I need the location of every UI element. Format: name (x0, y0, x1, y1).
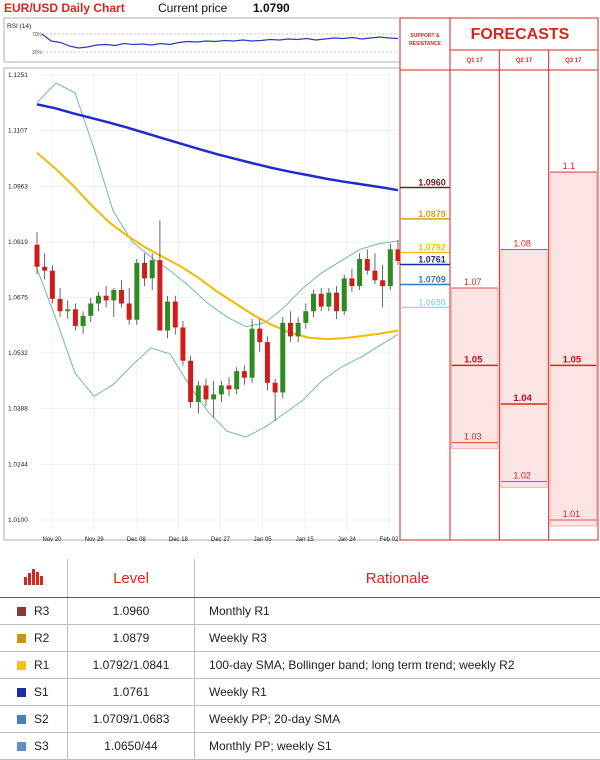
x-tick-label: Nov 20 (42, 537, 62, 543)
row-level: 1.0960 (68, 598, 195, 625)
x-tick-label: Jan 05 (254, 537, 273, 543)
sr-level-label: 1.0650 (418, 297, 446, 307)
x-tick-label: Feb 02 (380, 537, 399, 543)
y-tick-label: 1.0100 (8, 517, 28, 524)
table-row-s2: S2 1.0709/1.0683 Weekly PP; 20-day SMA (0, 706, 600, 733)
current-price-value: 1.0790 (253, 1, 290, 15)
forecast-value: 1.03 (464, 432, 482, 442)
r2-color-swatch (17, 634, 26, 643)
row-name: R1 (34, 658, 49, 672)
forecast-value: 1.01 (563, 509, 581, 519)
candlestick (180, 321, 185, 365)
forecasts-title: FORECASTS (471, 26, 570, 43)
s3-color-swatch (17, 742, 26, 751)
sr-level-label: 1.0761 (418, 254, 446, 264)
x-tick-label: Jan 24 (338, 537, 357, 543)
forecast-range-band (452, 288, 498, 449)
row-rationale: Monthly PP; weekly S1 (195, 733, 600, 760)
candlestick (265, 336, 270, 390)
y-tick-label: 1.0675 (8, 295, 28, 302)
row-level: 1.0709/1.0683 (68, 706, 195, 733)
row-name: S2 (34, 712, 49, 726)
forecast-range-band (501, 249, 547, 487)
bar-chart-icon (23, 567, 45, 585)
candlestick (280, 317, 285, 398)
current-price-label: Current price (158, 1, 228, 15)
x-tick-label: Dec 08 (127, 537, 147, 543)
x-tick-label: Dec 27 (211, 537, 231, 543)
forecast-quarter-label: Q2 17 (516, 58, 533, 64)
table-row-s3: S3 1.0650/44 Monthly PP; weekly S1 (0, 733, 600, 760)
x-tick-label: Jan 15 (296, 537, 315, 543)
row-level: 1.0792/1.0841 (68, 652, 195, 679)
rsi-lower-label: 30% (32, 50, 43, 56)
table-row-s1: S1 1.0761 Weekly R1 (0, 679, 600, 706)
forecast-value: 1.05 (464, 354, 483, 365)
table-header-level: Level (68, 559, 195, 598)
forecast-value: 1.04 (513, 393, 532, 404)
table-header-row: Level Rationale (0, 559, 600, 598)
row-level: 1.0879 (68, 625, 195, 652)
sr-level-label: 1.0879 (418, 209, 446, 219)
row-level: 1.0761 (68, 679, 195, 706)
row-rationale: Weekly R1 (195, 679, 600, 706)
s2-color-swatch (17, 715, 26, 724)
row-name: S1 (34, 685, 49, 699)
table-header-rationale: Rationale (195, 559, 600, 598)
row-name: R2 (34, 631, 49, 645)
row-name: R3 (34, 604, 49, 618)
forecast-value: 1.02 (513, 470, 531, 480)
candlestick (188, 356, 193, 408)
r3-color-swatch (17, 607, 26, 616)
rsi-panel (4, 18, 400, 62)
forecast-value: 1.08 (513, 238, 531, 248)
y-tick-label: 1.1251 (8, 72, 28, 79)
s1-color-swatch (17, 688, 26, 697)
y-tick-label: 1.0388 (8, 406, 28, 413)
candlestick (342, 274, 347, 315)
forecast-range-band (550, 172, 596, 526)
y-tick-label: 1.0532 (8, 350, 28, 357)
y-tick-label: 1.0244 (8, 461, 28, 468)
forecast-quarter-label: Q1 17 (466, 58, 483, 64)
x-tick-label: Nov 29 (85, 537, 105, 543)
row-rationale: Monthly R1 (195, 598, 600, 625)
rsi-upper-label: 70% (32, 32, 43, 38)
y-tick-label: 1.0819 (8, 239, 28, 246)
y-tick-label: 1.1107 (8, 128, 28, 135)
candlestick (134, 259, 139, 325)
chart-title: EUR/USD Daily Chart (4, 1, 125, 15)
row-rationale: Weekly R3 (195, 625, 600, 652)
sr-level-label: 1.0709 (418, 275, 446, 285)
row-level: 1.0650/44 (68, 733, 195, 760)
x-axis-ticks: Nov 20 Nov 29 Dec 08 Dec 18 Dec 27 Jan 05 Jan … (42, 537, 399, 543)
r1-color-swatch (17, 661, 26, 670)
table-row-r3: R3 1.0960 Monthly R1 (0, 598, 600, 625)
eurusd-chart-panel: EUR/USD Daily Chart Current price 1.0790… (0, 0, 600, 552)
forecast-value: 1.05 (563, 354, 582, 365)
forecast-value: 1.07 (464, 277, 482, 287)
candlestick (388, 244, 393, 290)
table-row-r1: R1 1.0792/1.0841 100-day SMA; Bollinger … (0, 652, 600, 679)
price-panel (4, 68, 400, 540)
sr-level-label: 1.0960 (418, 178, 446, 188)
y-tick-label: 1.0963 (8, 183, 28, 190)
table-row-r2: R2 1.0879 Weekly R3 (0, 625, 600, 652)
forecast-quarter-label: Q3 17 (565, 58, 582, 64)
rsi-label: RSI (14) (7, 23, 31, 30)
x-tick-label: Dec 18 (169, 537, 189, 543)
forecast-value: 1.1 (563, 161, 576, 171)
row-rationale: 100-day SMA; Bollinger band; long term t… (195, 652, 600, 679)
row-rationale: Weekly PP; 20-day SMA (195, 706, 600, 733)
sr-level-label: 1.0792 (418, 242, 446, 252)
candlestick (50, 266, 55, 304)
support-resistance-table: Level Rationale R3 1.0960 Monthly R1 R2 … (0, 559, 600, 760)
row-name: S3 (34, 739, 49, 753)
table-header-icon-cell (0, 559, 68, 598)
